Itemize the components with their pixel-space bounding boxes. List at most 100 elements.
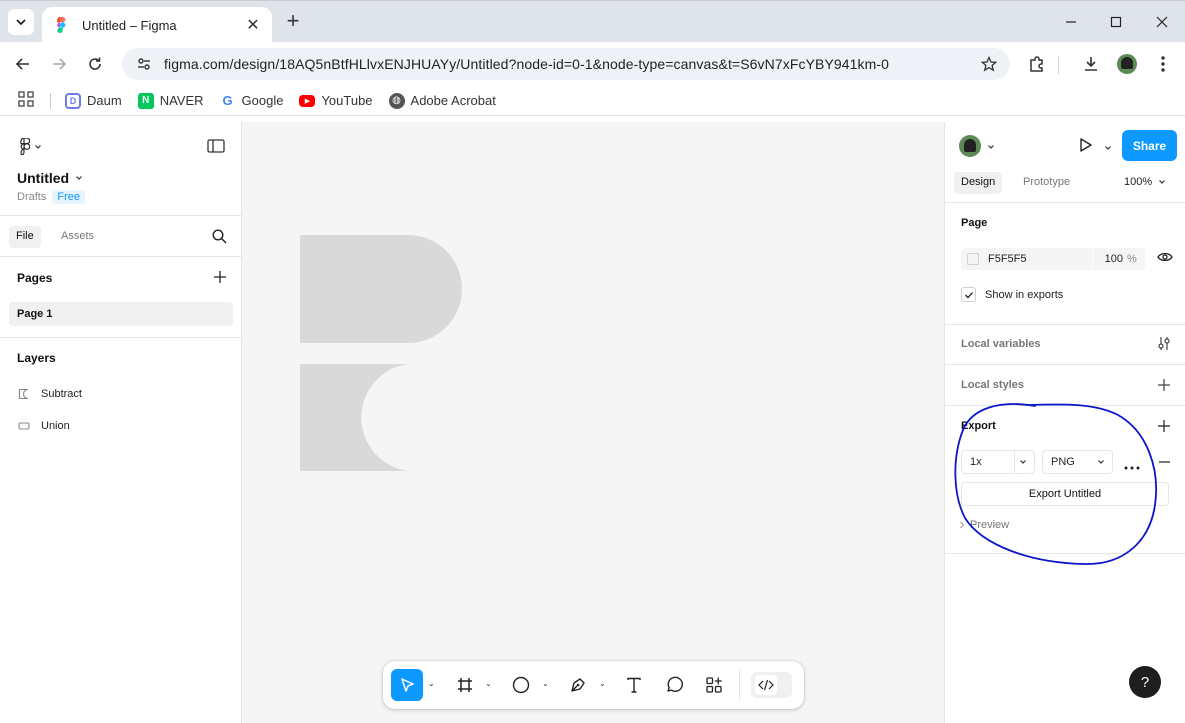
dev-mode-toggle[interactable] [751,672,792,698]
show-in-exports-checkbox[interactable] [961,287,976,302]
add-style-icon[interactable] [1157,378,1171,395]
google-icon: G [219,92,236,109]
add-export-icon[interactable] [1157,419,1171,436]
address-bar[interactable]: figma.com/design/18AQ5nBtfHLlvxENJHUAYy/… [122,48,1010,80]
export-button[interactable]: Export Untitled [961,482,1169,506]
drafts-link[interactable]: Drafts [17,191,46,203]
bookmark-youtube[interactable]: ▶ YouTube [299,93,373,108]
more-options-icon[interactable] [1124,459,1140,473]
cursor-icon [401,678,414,692]
chrome-menu-button[interactable] [1150,51,1176,77]
bookmark-label: YouTube [321,93,373,108]
tab-file[interactable]: File [9,226,41,248]
chevron-down-icon[interactable] [987,140,995,154]
actions-button[interactable] [698,669,730,701]
move-tool-button[interactable] [391,669,423,701]
reload-icon [89,57,101,70]
url-text[interactable]: figma.com/design/18AQ5nBtfHLlvxENJHUAYy/… [164,56,978,72]
chevron-down-icon[interactable]: ⌄ [542,679,549,688]
forward-button[interactable] [46,51,72,77]
tab-search-button[interactable] [8,9,34,35]
layer-name: Union [41,420,70,432]
eye-icon[interactable] [1157,251,1173,266]
add-page-icon[interactable] [213,270,227,287]
bookmark-daum[interactable]: D Daum [65,92,122,109]
bottom-toolbar: ⌄ ⌄ ⌄ ⌄ [383,661,804,709]
bookmark-star-icon[interactable] [978,56,1000,72]
toolbar-separator [739,669,740,701]
chevron-down-icon[interactable]: ⌄ [485,679,492,688]
chevron-down-icon [35,144,41,149]
show-in-exports-row[interactable]: Show in exports [961,287,1063,302]
minimize-button[interactable] [1056,9,1086,35]
apps-grid-icon[interactable] [18,91,36,110]
preview-label: Preview [970,519,1010,531]
bookmark-naver[interactable]: N NAVER [137,92,204,109]
page-opacity[interactable]: 100 [1093,253,1127,265]
page-item[interactable]: Page 1 [9,302,233,326]
profile-button[interactable] [1114,51,1140,77]
maximize-button[interactable] [1101,9,1131,35]
export-format-select[interactable]: PNG [1042,450,1113,474]
text-tool-button[interactable] [618,669,650,701]
layer-item-union[interactable]: Union [18,416,70,436]
file-name[interactable]: Untitled [17,170,83,186]
local-variables-label[interactable]: Local variables [961,338,1041,350]
new-tab-button[interactable]: + [282,9,304,35]
browser-tab[interactable]: Untitled – Figma ✕ [42,7,272,43]
chevron-down-icon [76,176,83,180]
comment-tool-button[interactable] [658,669,690,701]
layer-item-subtract[interactable]: Subtract [18,384,82,404]
chevron-down-icon [1020,460,1026,464]
chevron-down-icon[interactable] [1104,141,1112,155]
reload-button[interactable] [82,51,108,77]
local-styles-label: Local styles [961,379,1024,391]
panel-divider [0,337,241,338]
chevron-right-icon [960,521,965,529]
downloads-button[interactable] [1078,51,1104,77]
design-canvas[interactable]: ⌄ ⌄ ⌄ ⌄ [242,122,944,723]
close-window-button[interactable] [1147,9,1177,35]
close-tab-icon[interactable]: ✕ [244,15,262,35]
toggle-sidebar-button[interactable] [207,139,225,156]
zoom-dropdown[interactable]: 100% [1124,176,1166,188]
main-menu-button[interactable] [18,138,42,155]
site-info-icon[interactable] [132,56,156,72]
figma-app: Untitled Drafts Free File Assets Pages P… [0,122,1185,723]
download-icon [1085,57,1097,71]
frame-icon [458,678,472,692]
color-swatch[interactable] [967,253,979,265]
preview-toggle[interactable]: Preview [959,519,1009,531]
help-button[interactable]: ? [1129,666,1161,698]
bookmark-adobe-acrobat[interactable]: ◍ Adobe Acrobat [388,92,496,109]
select-divider [1014,451,1015,473]
pen-tool-button[interactable] [562,669,594,701]
plan-badge[interactable]: Free [52,190,85,204]
union-icon [18,420,32,432]
right-panel: Share Design Prototype 100% Page F5F5F5 … [944,122,1185,723]
bookmark-google[interactable]: G Google [219,92,283,109]
extensions-button[interactable] [1024,51,1050,77]
chevron-down-icon[interactable]: ⌄ [599,679,606,688]
back-button[interactable] [10,51,36,77]
remove-export-icon[interactable] [1158,456,1171,470]
export-scale-select[interactable]: 1x [961,450,1035,474]
pages-header: Pages [17,271,53,285]
frame-tool-button[interactable] [449,669,481,701]
variables-settings-icon[interactable] [1157,336,1171,354]
more-vertical-icon [1161,56,1165,72]
tab-prototype[interactable]: Prototype [1016,172,1077,194]
page-color-field[interactable]: F5F5F5 100 % [961,248,1145,270]
daum-icon: D [65,92,81,109]
tab-title: Untitled – Figma [82,17,177,33]
share-button[interactable]: Share [1122,130,1177,161]
chevron-down-icon[interactable]: ⌄ [428,679,435,688]
search-icon[interactable] [212,229,227,247]
user-avatar[interactable] [959,135,981,157]
page-color-hex[interactable]: F5F5F5 [988,253,1092,265]
tab-design[interactable]: Design [954,172,1003,194]
present-play-icon[interactable] [1077,137,1093,156]
browser-toolbar: figma.com/design/18AQ5nBtfHLlvxENJHUAYy/… [0,42,1185,86]
tab-assets[interactable]: Assets [54,226,101,248]
shape-tool-button[interactable] [505,669,537,701]
